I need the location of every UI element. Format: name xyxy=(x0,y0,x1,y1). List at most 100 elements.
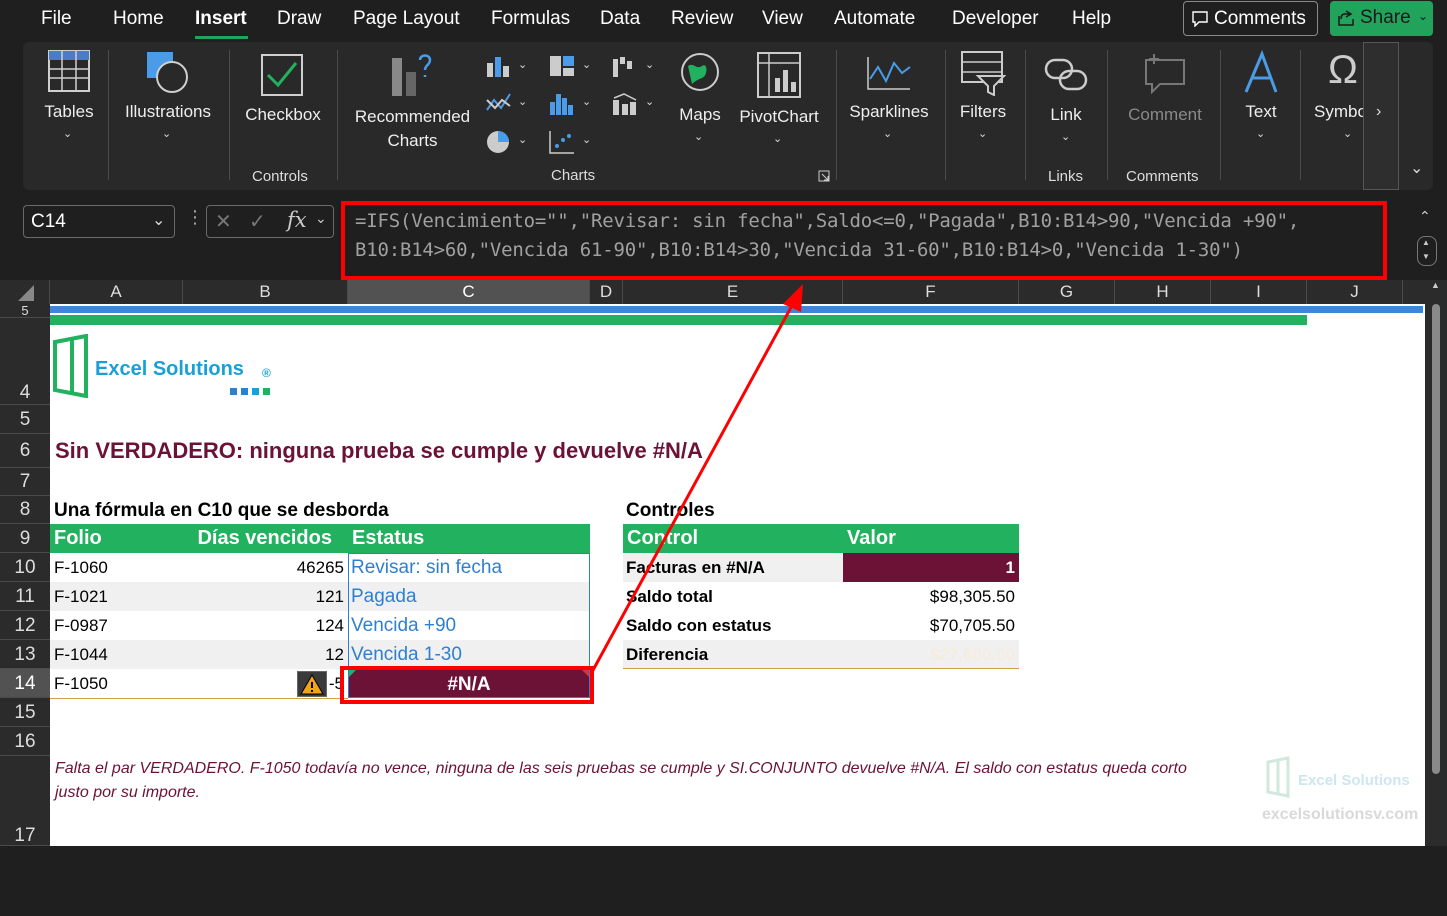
filters-button[interactable]: Filters xyxy=(950,102,1016,122)
header-estatus[interactable]: Estatus xyxy=(348,524,590,553)
col-header-b[interactable]: B xyxy=(183,280,348,304)
row-header[interactable]: 5 xyxy=(0,405,50,434)
menu-automate[interactable]: Automate xyxy=(834,8,915,30)
row-header[interactable]: 7 xyxy=(0,468,50,496)
control-value[interactable]: $98,305.50 xyxy=(843,582,1015,611)
col-header-g[interactable]: G xyxy=(1019,280,1115,304)
symbols-button[interactable]: Symbols xyxy=(1314,102,1364,122)
ribbon-scroll-right[interactable]: › xyxy=(1363,42,1399,190)
cell-folio[interactable]: F-1060 xyxy=(54,553,108,582)
control-value[interactable]: 1 xyxy=(843,553,1015,582)
line-chart-icon[interactable] xyxy=(486,92,512,114)
error-warning-button[interactable] xyxy=(297,671,327,697)
enter-icon[interactable]: ✓ xyxy=(249,209,266,234)
cell-folio[interactable]: F-1044 xyxy=(54,640,108,669)
cell-dias[interactable]: 12 xyxy=(183,640,344,669)
control-label[interactable]: Saldo total xyxy=(626,582,713,611)
cell-estatus[interactable]: Pagada xyxy=(351,582,417,611)
cell-grid[interactable]: Excel Solutions ® Sin VERDADERO: ninguna… xyxy=(50,304,1423,846)
cell-folio[interactable]: F-1021 xyxy=(54,582,108,611)
header-valor[interactable]: Valor xyxy=(843,524,1019,553)
control-label[interactable]: Facturas en #N/A xyxy=(626,553,765,582)
comment-button[interactable]: Comment xyxy=(1120,105,1210,125)
combo-chart-icon[interactable] xyxy=(612,92,638,116)
waterfall-chart-icon[interactable] xyxy=(612,55,638,77)
pie-chart-icon[interactable] xyxy=(486,130,512,154)
col-header-e[interactable]: E xyxy=(623,280,843,304)
more-options-icon[interactable]: ⋮ xyxy=(186,207,204,228)
row-header[interactable]: 16 xyxy=(0,727,50,756)
control-label[interactable]: Diferencia xyxy=(626,640,708,669)
cell-folio[interactable]: F-0987 xyxy=(54,611,108,640)
cell-dias[interactable]: 121 xyxy=(183,582,344,611)
row-header[interactable]: 17 xyxy=(0,756,50,846)
select-all-corner[interactable] xyxy=(0,280,50,304)
recommended-charts-button[interactable]: Recommended Charts xyxy=(350,105,475,153)
pivotchart-button[interactable]: PivotChart xyxy=(734,107,824,127)
illustrations-button[interactable]: Illustrations xyxy=(118,102,218,122)
row-header[interactable]: 9 xyxy=(0,524,50,553)
checkbox-button[interactable]: Checkbox xyxy=(238,105,328,125)
row-header[interactable]: 13 xyxy=(0,640,50,669)
collapse-ribbon-icon[interactable]: ⌄ xyxy=(1410,158,1423,178)
cell-folio[interactable]: F-1050 xyxy=(54,669,108,698)
cell-estatus[interactable]: Vencida 1-30 xyxy=(351,640,462,669)
row-header[interactable]: 6 xyxy=(0,434,50,468)
header-dias-vencidos[interactable]: Días vencidos xyxy=(183,524,348,553)
col-header-f[interactable]: F xyxy=(843,280,1019,304)
menu-file[interactable]: File xyxy=(41,8,72,30)
dialog-launcher-icon[interactable] xyxy=(818,170,830,182)
vertical-scrollbar[interactable]: ▲ xyxy=(1425,280,1447,846)
column-chart-icon[interactable] xyxy=(486,55,512,77)
menu-formulas[interactable]: Formulas xyxy=(491,8,570,30)
col-header-i[interactable]: I xyxy=(1211,280,1307,304)
name-box[interactable]: C14 ⌄ xyxy=(23,205,175,238)
control-value[interactable]: $27,600.00 xyxy=(843,640,1015,669)
col-header-a[interactable]: A xyxy=(50,280,183,304)
menu-page-layout[interactable]: Page Layout xyxy=(353,8,460,30)
menu-home[interactable]: Home xyxy=(113,8,164,30)
row-header[interactable]: 5 xyxy=(0,304,50,318)
control-label[interactable]: Saldo con estatus xyxy=(626,611,771,640)
menu-developer[interactable]: Developer xyxy=(952,8,1039,30)
comments-button[interactable]: Comments xyxy=(1183,1,1318,36)
header-control[interactable]: Control xyxy=(623,524,843,553)
row-header[interactable]: 14 xyxy=(0,669,50,698)
row-header[interactable]: 4 xyxy=(0,318,50,405)
scroll-up-icon[interactable]: ▲ xyxy=(1431,280,1440,290)
formula-scroll[interactable]: ▲ ▼ xyxy=(1417,236,1437,266)
row-header[interactable]: 11 xyxy=(0,582,50,611)
cell-dias[interactable]: 124 xyxy=(183,611,344,640)
cancel-icon[interactable]: ✕ xyxy=(215,209,232,234)
hierarchy-chart-icon[interactable] xyxy=(549,55,575,77)
menu-insert[interactable]: Insert xyxy=(195,8,247,30)
col-header-d[interactable]: D xyxy=(590,280,623,304)
chevron-up-icon[interactable]: ⌃ xyxy=(1419,208,1431,225)
share-button[interactable]: Share ⌄ xyxy=(1330,1,1433,36)
menu-draw[interactable]: Draw xyxy=(277,8,321,30)
scatter-chart-icon[interactable] xyxy=(549,130,575,154)
link-button[interactable]: Link xyxy=(1040,105,1092,125)
header-folio[interactable]: Folio xyxy=(50,524,183,553)
row-header[interactable]: 12 xyxy=(0,611,50,640)
menu-view[interactable]: View xyxy=(762,8,803,30)
row-header[interactable]: 8 xyxy=(0,496,50,524)
row-header[interactable]: 10 xyxy=(0,553,50,582)
control-value[interactable]: $70,705.50 xyxy=(843,611,1015,640)
menu-help[interactable]: Help xyxy=(1072,8,1111,30)
cell-estatus[interactable]: Vencida +90 xyxy=(351,611,456,640)
insert-function-button[interactable]: fx xyxy=(287,208,307,232)
col-header-j[interactable]: J xyxy=(1307,280,1403,304)
sparklines-button[interactable]: Sparklines xyxy=(846,102,932,122)
cell-estatus[interactable]: Revisar: sin fecha xyxy=(351,553,502,582)
menu-data[interactable]: Data xyxy=(600,8,640,30)
menu-review[interactable]: Review xyxy=(671,8,733,30)
col-header-h[interactable]: H xyxy=(1115,280,1211,304)
col-header-c[interactable]: C xyxy=(348,280,590,304)
statistic-chart-icon[interactable] xyxy=(549,92,575,116)
text-button[interactable]: Text xyxy=(1236,102,1286,122)
maps-button[interactable]: Maps xyxy=(672,105,728,125)
scroll-thumb[interactable] xyxy=(1432,304,1440,774)
row-header[interactable]: 15 xyxy=(0,698,50,727)
cell-dias[interactable]: 46265 xyxy=(183,553,344,582)
